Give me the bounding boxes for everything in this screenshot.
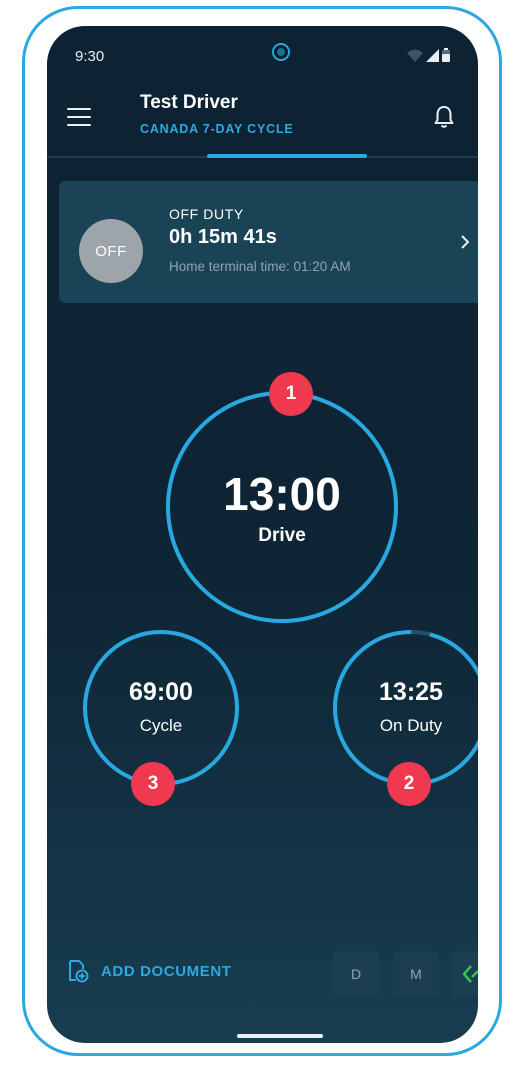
chevron-right-icon xyxy=(461,235,470,249)
bell-icon[interactable] xyxy=(432,104,456,130)
drive-marker-badge: 1 xyxy=(269,372,313,416)
duty-duration: 0h 15m 41s xyxy=(169,226,277,248)
phone-screen: 9:30 Test Driver CANADA 7-DAY CYCLE OFF … xyxy=(47,26,478,1043)
cycle-time: 69:00 xyxy=(129,678,193,706)
on-duty-time: 13:25 xyxy=(379,678,443,706)
add-document-icon xyxy=(69,960,89,983)
camera-cutout xyxy=(272,43,290,61)
home-terminal-time: Home terminal time: 01:20 AM xyxy=(169,259,351,274)
drive-label: Drive xyxy=(258,525,306,546)
duty-status-label: OFF DUTY xyxy=(169,206,244,222)
wifi-icon xyxy=(407,49,423,62)
cycle-label: Cycle xyxy=(139,716,183,735)
on-duty-label: On Duty xyxy=(379,716,443,735)
add-document-label: ADD DOCUMENT xyxy=(101,962,232,980)
link-icon xyxy=(462,965,478,983)
status-bar: 9:30 xyxy=(47,26,478,70)
cycle-marker-badge: 3 xyxy=(131,762,175,806)
bottom-bar: ADD DOCUMENT D M xyxy=(47,951,478,997)
drive-time: 13:00 xyxy=(223,468,341,520)
cell-signal-icon xyxy=(426,49,439,62)
drive-clock[interactable]: 13:00 Drive xyxy=(166,391,398,623)
status-time: 9:30 xyxy=(75,48,105,65)
on-duty-marker-badge: 2 xyxy=(387,762,431,806)
add-document-button[interactable]: ADD DOCUMENT xyxy=(67,959,232,983)
hamburger-menu-icon[interactable] xyxy=(67,108,91,128)
driver-name: Test Driver xyxy=(140,92,238,113)
active-tab-indicator xyxy=(207,154,367,158)
battery-icon xyxy=(442,48,450,62)
duty-status-card[interactable]: OFF OFF DUTY 0h 15m 41s Home terminal ti… xyxy=(59,181,478,303)
off-duty-badge: OFF xyxy=(79,219,143,283)
cycle-rule: CANADA 7-DAY CYCLE xyxy=(140,122,294,136)
home-indicator[interactable] xyxy=(237,1034,323,1038)
d-button[interactable]: D xyxy=(333,951,379,997)
app-header: Test Driver CANADA 7-DAY CYCLE xyxy=(47,86,478,156)
signal-icons xyxy=(407,48,450,62)
m-button[interactable]: M xyxy=(393,951,439,997)
link-button[interactable] xyxy=(452,951,478,997)
